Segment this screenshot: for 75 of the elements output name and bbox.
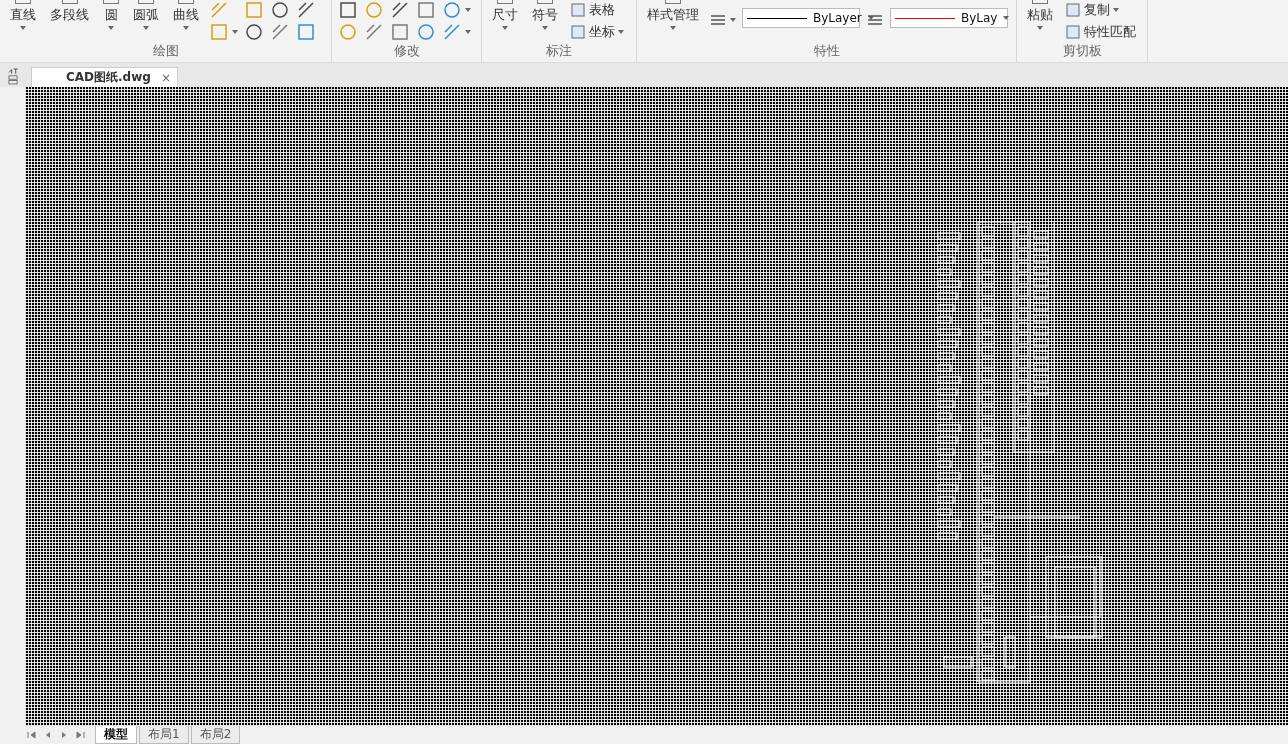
- panel-title: 剪切板: [1061, 42, 1103, 60]
- tool-icon: [296, 22, 316, 42]
- previous-icon[interactable]: [25, 730, 39, 740]
- caret-icon: [1113, 8, 1119, 12]
- line-style-icon: [709, 13, 727, 27]
- drawing-canvas[interactable]: [25, 87, 1288, 726]
- ribbon-button[interactable]: 坐标: [568, 22, 626, 42]
- layout-tab[interactable]: 布局2: [190, 726, 241, 744]
- panel-title: 修改: [392, 42, 421, 60]
- tool-icon: [416, 0, 436, 20]
- caret-icon: [232, 30, 238, 34]
- ribbon-button[interactable]: 粘贴: [1023, 0, 1057, 30]
- tool-icon: [442, 0, 462, 20]
- caret-icon: [143, 26, 149, 30]
- panel-title: 标注: [545, 42, 573, 60]
- caret-icon: [542, 26, 548, 30]
- tool-icon: [570, 24, 586, 40]
- ribbon-button[interactable]: 直线: [6, 0, 40, 30]
- layout-tab[interactable]: 布局1: [139, 726, 189, 744]
- caret-icon: [1003, 16, 1010, 20]
- tool-icon: [270, 22, 290, 42]
- caret-icon: [465, 30, 471, 34]
- tool-icon: [338, 0, 358, 20]
- ribbon-button[interactable]: 特性匹配: [1063, 22, 1138, 42]
- tool-icon: [296, 0, 316, 20]
- tool-icon: [209, 22, 229, 42]
- tool-icon: [390, 22, 410, 42]
- tool-button[interactable]: [338, 0, 358, 20]
- tool-button[interactable]: [364, 22, 384, 42]
- ribbon-button[interactable]: 圆弧: [129, 0, 163, 30]
- property-dropdown[interactable]: ByLay: [890, 8, 1008, 28]
- caret-icon: [108, 26, 114, 30]
- caret-icon: [670, 26, 676, 30]
- tool-icon: [209, 0, 229, 20]
- close-icon[interactable]: ×: [160, 70, 171, 85]
- tool-icon: [442, 22, 462, 42]
- tool-icon: [364, 0, 384, 20]
- layout-tab[interactable]: 模型: [95, 726, 137, 744]
- toolbar-icon[interactable]: [6, 67, 19, 86]
- tool-icon: [338, 22, 358, 42]
- caret-icon: [183, 26, 189, 30]
- tool-icon: [416, 22, 436, 42]
- caret-icon: [502, 26, 508, 30]
- tool-icon: [364, 22, 384, 42]
- tool-icon: [270, 0, 290, 20]
- ribbon-button[interactable]: 符号: [528, 0, 562, 30]
- caret-icon: [618, 30, 624, 34]
- tool-button[interactable]: [244, 22, 264, 42]
- next-icon[interactable]: [73, 730, 87, 740]
- tool-icon: [1065, 2, 1081, 18]
- tool-icon: [390, 0, 410, 20]
- ribbon-button[interactable]: 尺寸: [488, 0, 522, 30]
- document-tab[interactable]: CAD图纸.dwg ×: [31, 67, 178, 87]
- caret-icon: [1037, 26, 1043, 30]
- ribbon-button[interactable]: 圆: [99, 0, 123, 30]
- ribbon-button[interactable]: 曲线: [169, 0, 203, 30]
- tool-button[interactable]: [270, 0, 290, 20]
- ribbon-button[interactable]: 多段线: [46, 0, 93, 24]
- panel-title: 特性: [812, 42, 841, 60]
- caret-icon: [730, 18, 736, 22]
- ribbon-button[interactable]: 表格: [568, 0, 626, 20]
- ribbon-button[interactable]: 复制: [1063, 0, 1138, 20]
- tool-button[interactable]: [270, 22, 290, 42]
- caret-icon: [867, 16, 874, 20]
- caret-icon: [465, 8, 471, 12]
- caret-icon: [20, 26, 26, 30]
- ribbon-button[interactable]: 样式管理: [643, 0, 703, 30]
- tool-icon: [1065, 24, 1081, 40]
- tool-button[interactable]: [296, 0, 316, 20]
- tool-icon: [570, 2, 586, 18]
- line-style-icon: [866, 13, 884, 27]
- tool-icon: [244, 0, 264, 20]
- tool-icon: [244, 22, 264, 42]
- panel-title: 绘图: [151, 42, 180, 60]
- tool-button[interactable]: [390, 0, 410, 20]
